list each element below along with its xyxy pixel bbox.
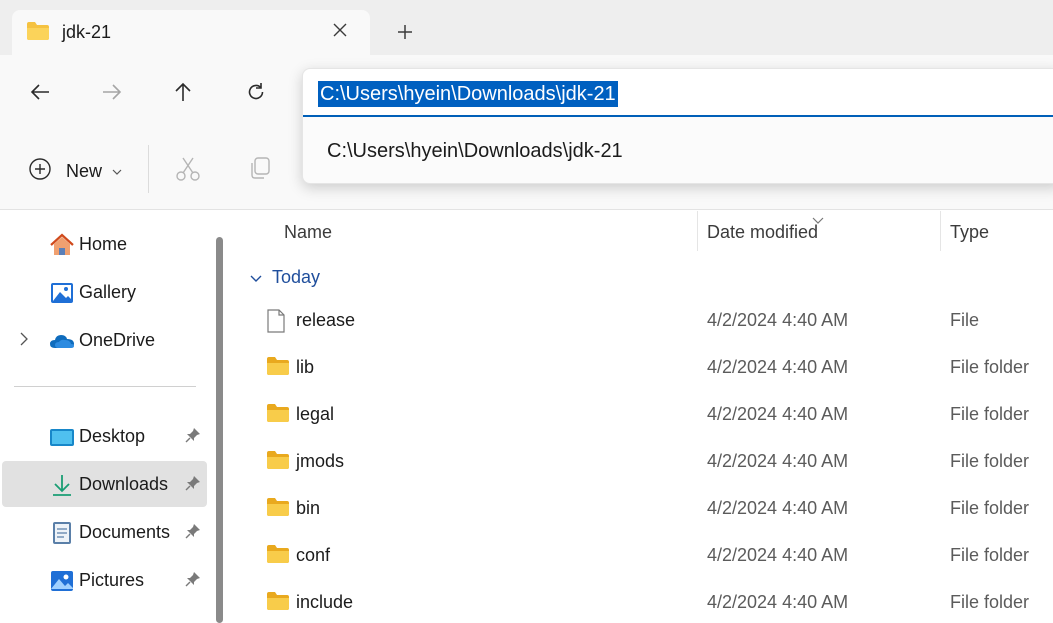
pin-icon[interactable] [185,475,201,496]
file-name: include [296,592,354,612]
group-header-today[interactable]: Today [250,267,320,288]
sidebar-label: Downloads [79,474,169,494]
pin-icon[interactable] [185,427,201,448]
file-type: File folder [950,357,1030,377]
file-type: File folder [950,592,1030,612]
group-label: Today [272,267,321,287]
navigation-pane: Home Gallery OneDrive Desktop Downloads [0,211,232,623]
sidebar-item-onedrive[interactable]: OneDrive [2,317,207,363]
home-icon [49,233,75,257]
column-header-date-modified[interactable]: Date modified [707,222,818,243]
sidebar-item-gallery[interactable]: Gallery [2,269,207,315]
file-name: conf [296,545,331,565]
file-type: File [950,310,980,330]
pictures-icon [49,569,75,593]
folder-icon [266,591,290,616]
refresh-icon[interactable] [239,75,273,109]
file-name: legal [296,404,335,424]
copy-icon[interactable] [248,156,272,185]
folder-icon [266,450,290,475]
table-row[interactable]: include 4/2/2024 4:40 AM File folder [232,580,1053,623]
sidebar-divider [14,386,196,387]
sidebar-label: Documents [79,522,171,542]
table-row[interactable]: conf 4/2/2024 4:40 AM File folder [232,533,1053,580]
file-icon [266,309,286,338]
folder-icon [26,21,50,46]
file-date-modified: 4/2/2024 4:40 AM [707,545,849,565]
sidebar-item-pictures[interactable]: Pictures [2,557,207,603]
address-text-selected[interactable]: C:\Users\hyein\Downloads\jdk-21 [318,81,618,107]
address-input[interactable]: C:\Users\hyein\Downloads\jdk-21 [303,69,1053,117]
file-type: File folder [950,451,1030,471]
table-row[interactable]: jmods 4/2/2024 4:40 AM File folder [232,439,1053,486]
toolbar-divider [148,145,149,193]
address-suggestion[interactable]: C:\Users\hyein\Downloads\jdk-21 [327,140,623,163]
close-tab-icon[interactable] [328,18,352,42]
scrollbar-thumb[interactable] [216,237,223,623]
file-type: File folder [950,498,1030,518]
gallery-icon [49,281,75,305]
table-row[interactable]: legal 4/2/2024 4:40 AM File folder [232,392,1053,439]
file-name: bin [296,498,321,518]
sidebar-label: Desktop [79,426,146,446]
chevron-down-icon [250,269,262,287]
desktop-icon [49,425,75,449]
folder-icon [266,403,290,428]
tab-strip: jdk-21 [0,0,1053,55]
column-header-name[interactable]: Name [284,222,332,243]
tab-title: jdk-21 [62,22,112,42]
table-row[interactable]: release 4/2/2024 4:40 AM File [232,298,1053,345]
sidebar-scrollbar[interactable] [213,237,227,623]
file-date-modified: 4/2/2024 4:40 AM [707,498,849,518]
file-date-modified: 4/2/2024 4:40 AM [707,310,849,330]
folder-icon [266,544,290,569]
chevron-right-icon[interactable] [20,332,28,351]
sidebar-label: Pictures [79,570,145,590]
file-type: File folder [950,404,1030,424]
sidebar-item-downloads[interactable]: Downloads [2,461,207,507]
pin-icon[interactable] [185,571,201,592]
file-date-modified: 4/2/2024 4:40 AM [707,357,849,377]
sidebar-item-home[interactable]: Home [2,221,207,267]
back-icon[interactable] [23,75,57,109]
tab-jdk-21[interactable]: jdk-21 [12,10,370,55]
address-bar-dropdown: C:\Users\hyein\Downloads\jdk-21 C:\Users… [302,68,1053,184]
new-tab-icon[interactable] [393,20,417,44]
file-name: jmods [296,451,345,471]
new-button[interactable]: New [28,156,122,186]
file-list: Name Date modified Type Today release 4/2… [232,211,1053,623]
sidebar-item-documents[interactable]: Documents [2,509,207,555]
file-name: lib [296,357,315,377]
up-icon[interactable] [166,75,200,109]
sidebar-label: Home [79,234,128,254]
file-name: release [296,310,356,330]
file-type: File folder [950,545,1030,565]
sidebar-label: Gallery [79,282,137,302]
downloads-icon [49,473,75,497]
sidebar-label: OneDrive [79,330,156,350]
column-divider[interactable] [697,211,698,251]
add-icon [28,157,52,186]
cut-icon[interactable] [176,156,200,187]
documents-icon [49,521,75,545]
column-header-type[interactable]: Type [950,222,989,243]
forward-icon[interactable] [95,75,129,109]
pin-icon[interactable] [185,523,201,544]
table-row[interactable]: lib 4/2/2024 4:40 AM File folder [232,345,1053,392]
new-label: New [66,160,103,181]
file-date-modified: 4/2/2024 4:40 AM [707,451,849,471]
chevron-down-icon [112,162,122,180]
table-row[interactable]: bin 4/2/2024 4:40 AM File folder [232,486,1053,533]
folder-icon [266,356,290,381]
file-date-modified: 4/2/2024 4:40 AM [707,404,849,424]
file-date-modified: 4/2/2024 4:40 AM [707,592,849,612]
folder-icon [266,497,290,522]
column-divider[interactable] [940,211,941,251]
sidebar-item-desktop[interactable]: Desktop [2,413,207,459]
onedrive-icon [49,329,75,353]
